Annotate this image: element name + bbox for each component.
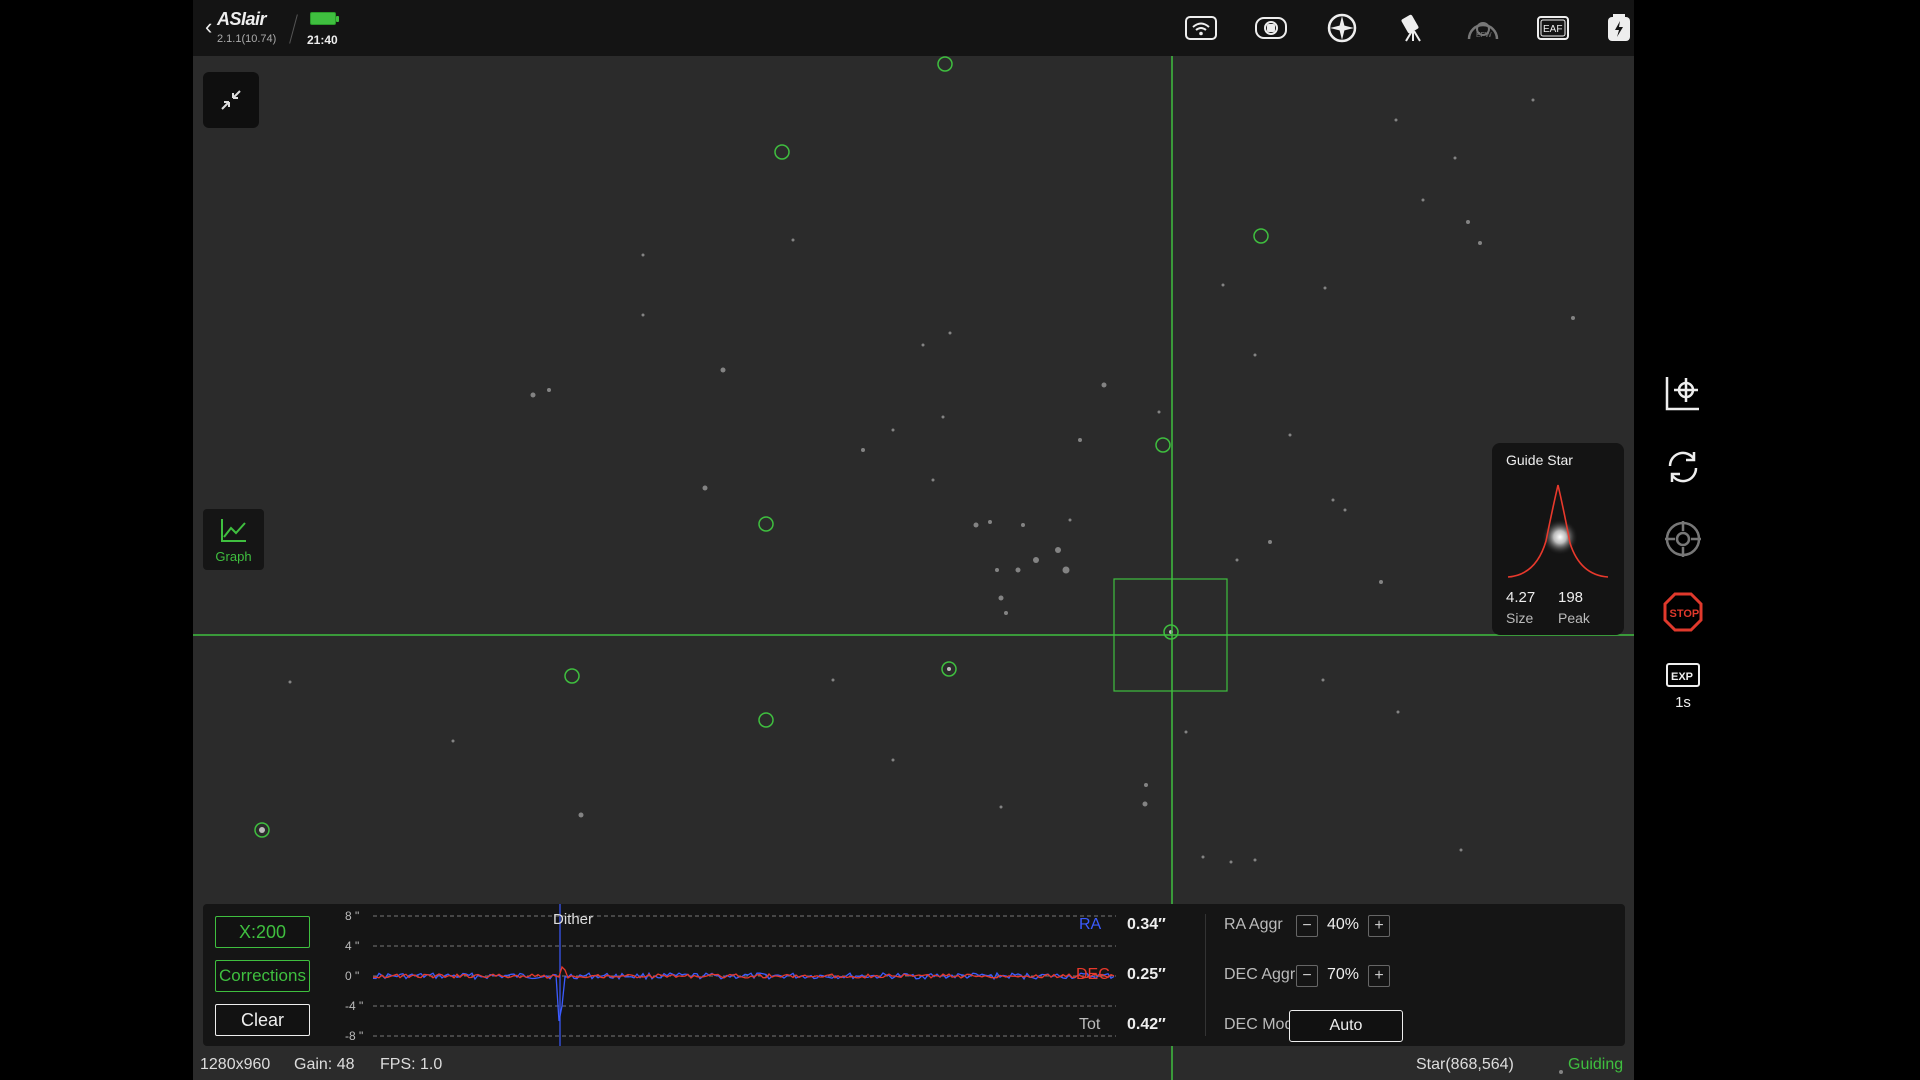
dither-label: Dither <box>553 911 593 928</box>
corrections-button[interactable]: Corrections <box>215 960 310 992</box>
exposure-button[interactable]: EXP <box>1660 652 1706 698</box>
filter-wheel-icon[interactable]: EFW <box>1466 12 1500 44</box>
y-tick-label: 8 " <box>345 909 359 923</box>
detected-star-markers <box>254 56 1269 951</box>
ra-aggr-decrease-button[interactable]: − <box>1296 915 1318 937</box>
svg-text:EAF: EAF <box>1543 24 1562 35</box>
y-tick-label: -4 " <box>345 999 363 1013</box>
guide-star-size-label: Size <box>1506 610 1534 626</box>
right-toolbar: STOP EXP 1s <box>1634 0 1732 1080</box>
y-tick-label: 4 " <box>345 939 359 953</box>
guide-star-peak-label: Peak <box>1558 610 1590 626</box>
dec-mode-select[interactable]: Auto <box>1289 1010 1403 1042</box>
asiair-guiding-screen: ‹ ASIair 2.1.1(10.74) 21:40 EFW EAF Grap… <box>0 0 1920 1080</box>
detected-star-cores <box>259 630 1173 833</box>
calibrate-target-icon[interactable] <box>1660 516 1706 562</box>
stop-button[interactable]: STOP <box>1660 589 1706 635</box>
svg-text:STOP: STOP <box>1670 608 1700 620</box>
guide-graph-panel: X:200 Corrections Clear 8 " 4 " 0 " -4 "… <box>203 904 1625 1046</box>
guide-star-panel: Guide Star 4.27 198 Size Peak <box>1492 443 1624 635</box>
dec-aggr-decrease-button[interactable]: − <box>1296 965 1318 987</box>
dec-error-value: 0.25″ <box>1127 966 1166 983</box>
guide-star-profile <box>1507 484 1609 578</box>
ra-error-line <box>372 971 1115 1022</box>
telescope-mount-icon[interactable] <box>1396 12 1430 44</box>
exposure-icon: EXP <box>1666 663 1700 687</box>
guide-error-graph: 8 " 4 " 0 " -4 " -8 " Dither <box>345 904 1116 1046</box>
camera-icon[interactable] <box>1254 12 1288 44</box>
clock: 21:40 <box>307 33 338 47</box>
total-error-value: 0.42″ <box>1127 1016 1166 1033</box>
eaf-focuser-icon[interactable]: EAF <box>1536 12 1570 44</box>
ra-label: RA <box>1079 916 1102 933</box>
resolution-text: 1280x960 <box>200 1056 271 1073</box>
dec-aggr-increase-button[interactable]: + <box>1368 965 1390 987</box>
y-tick-label: 0 " <box>345 969 359 983</box>
ra-aggr-increase-button[interactable]: + <box>1368 915 1390 937</box>
ra-error-value: 0.34″ <box>1127 916 1166 933</box>
refresh-icon[interactable] <box>1660 444 1706 490</box>
collapse-icon <box>221 90 241 110</box>
ra-aggr-value: 40% <box>1326 916 1360 933</box>
app-version: 2.1.1(10.74) <box>217 33 277 45</box>
battery-icon <box>310 12 339 25</box>
back-icon[interactable]: ‹ <box>205 14 212 40</box>
top-bar: ‹ ASIair 2.1.1(10.74) 21:40 EFW EAF <box>193 0 1634 56</box>
guide-star-peak-value: 198 <box>1558 589 1584 606</box>
fps-text: FPS: 1.0 <box>380 1056 443 1073</box>
svg-text:EFW: EFW <box>1476 32 1492 39</box>
svg-text:EXP: EXP <box>1671 671 1693 683</box>
divider <box>289 14 298 44</box>
exposure-value: 1s <box>1675 694 1691 711</box>
select-star-icon[interactable] <box>1660 370 1706 416</box>
dec-label: DEC <box>1076 966 1110 983</box>
dec-aggr-value: 70% <box>1326 966 1360 983</box>
star-position-text: Star(868,564) <box>1416 1056 1514 1073</box>
gain-text: Gain: 48 <box>294 1056 355 1073</box>
scale-button[interactable]: X:200 <box>215 916 310 948</box>
graph-label: Graph <box>215 549 252 564</box>
guide-star-size-value: 4.27 <box>1506 589 1536 606</box>
divider <box>1205 914 1206 1036</box>
graph-icon <box>221 519 246 542</box>
sky-view[interactable]: ‹ ASIair 2.1.1(10.74) 21:40 EFW EAF Grap… <box>193 0 1634 1080</box>
status-bar: 1280x960 Gain: 48 FPS: 1.0 Star(868,564)… <box>193 1050 1634 1080</box>
minimize-button[interactable] <box>203 72 259 128</box>
guide-scope-icon[interactable] <box>1325 12 1359 44</box>
guiding-status: Guiding <box>1568 1056 1624 1073</box>
graph-toggle-button[interactable]: Graph <box>203 509 264 570</box>
stop-icon: STOP <box>1663 592 1703 632</box>
clear-button[interactable]: Clear <box>215 1004 310 1036</box>
wifi-icon[interactable] <box>1184 12 1218 44</box>
total-label: Tot <box>1079 1016 1101 1033</box>
guide-star-title: Guide Star <box>1506 452 1573 468</box>
y-tick-label: -8 " <box>345 1029 363 1043</box>
dec-aggr-label: DEC Aggr <box>1224 966 1296 983</box>
app-logo: ASIair <box>217 9 267 29</box>
power-icon[interactable] <box>1602 12 1634 44</box>
ra-aggr-label: RA Aggr <box>1224 916 1283 933</box>
